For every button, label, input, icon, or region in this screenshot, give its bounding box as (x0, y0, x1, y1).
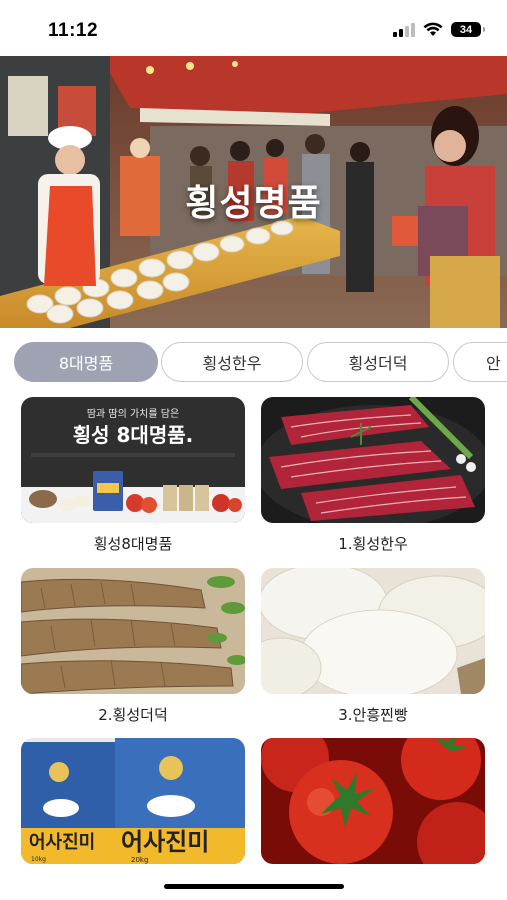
product-card[interactable]: 땀과 땀의 가치를 담은 횡성 8대명품. 횡성8대명품 (21, 397, 245, 553)
status-icons: 34 (393, 22, 485, 37)
promo-banner-image: 땀과 땀의 가치를 담은 횡성 8대명품. (21, 397, 245, 523)
product-label: 3.안흥찐빵 (338, 706, 408, 724)
status-bar: 11:12 34 (0, 0, 507, 56)
promo-title: 횡성 8대명품. (73, 423, 193, 447)
promo-subtitle: 땀과 땀의 가치를 담은 (87, 408, 179, 420)
tab-hoengseong-hanwoo[interactable]: 횡성한우 (161, 342, 303, 382)
product-card[interactable] (261, 738, 485, 894)
steamed-bun-image (261, 568, 485, 694)
tomato-image (261, 738, 485, 864)
hero-banner: 횡성명품 (0, 56, 507, 328)
product-card[interactable]: 1.횡성한우 (261, 397, 485, 553)
product-card[interactable]: 3.안흥찐빵 (261, 568, 485, 724)
rice-brand-left: 어사진미 (29, 832, 95, 853)
hero-title: 횡성명품 (185, 183, 322, 224)
tab-8-major-products[interactable]: 8대명품 (14, 342, 158, 382)
product-label: 횡성8대명품 (93, 535, 173, 553)
rice-brand-right: 어사진미 (121, 828, 209, 856)
product-card[interactable]: 2.횡성더덕 (21, 568, 245, 724)
status-time: 11:12 (48, 20, 99, 41)
tab-anheung[interactable]: 안 (453, 342, 507, 382)
product-card[interactable]: 어사진미 어사진미 10kg 20kg (21, 738, 245, 894)
product-label: 1.횡성한우 (338, 535, 408, 553)
battery-level: 34 (459, 23, 473, 36)
category-tabs: 8대명품 횡성한우 횡성더덕 안 (0, 342, 507, 384)
cellular-signal-icon (393, 22, 415, 37)
rice-bag-image: 어사진미 어사진미 10kg 20kg (21, 738, 245, 864)
tab-hoengseong-deodeok[interactable]: 횡성더덕 (307, 342, 449, 382)
wifi-icon (423, 22, 443, 36)
product-label: 2.횡성더덕 (98, 706, 168, 724)
battery-icon: 34 (451, 22, 485, 37)
rice-weight-left: 10kg (31, 856, 46, 863)
beef-image (261, 397, 485, 523)
deodeok-root-image (21, 568, 245, 694)
rice-weight-right: 20kg (131, 856, 148, 864)
home-indicator[interactable] (164, 884, 344, 889)
